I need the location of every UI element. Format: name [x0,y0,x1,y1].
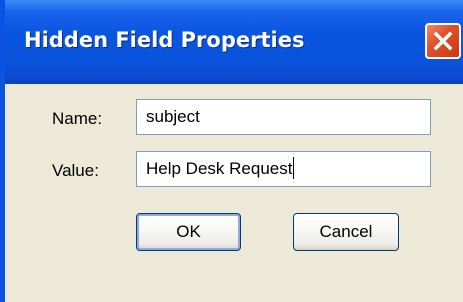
value-field[interactable]: Help Desk Request [136,151,431,187]
close-icon [433,31,453,51]
value-field-value: Help Desk Request [146,159,293,178]
dialog-body: Name: subject Value: Help Desk Request O… [5,84,463,302]
name-field[interactable]: subject [136,99,431,135]
text-caret [293,157,295,179]
close-button[interactable] [425,23,461,59]
name-field-value: subject [146,107,200,126]
name-label: Name: [52,109,103,128]
title-bar[interactable]: Hidden Field Properties [5,0,463,84]
hidden-field-properties-dialog: Hidden Field Properties Name: subject Va… [0,0,463,302]
dialog-title: Hidden Field Properties [24,28,305,52]
cancel-button[interactable]: Cancel [293,213,399,251]
value-label: Value: [52,161,99,180]
ok-button[interactable]: OK [136,213,241,251]
